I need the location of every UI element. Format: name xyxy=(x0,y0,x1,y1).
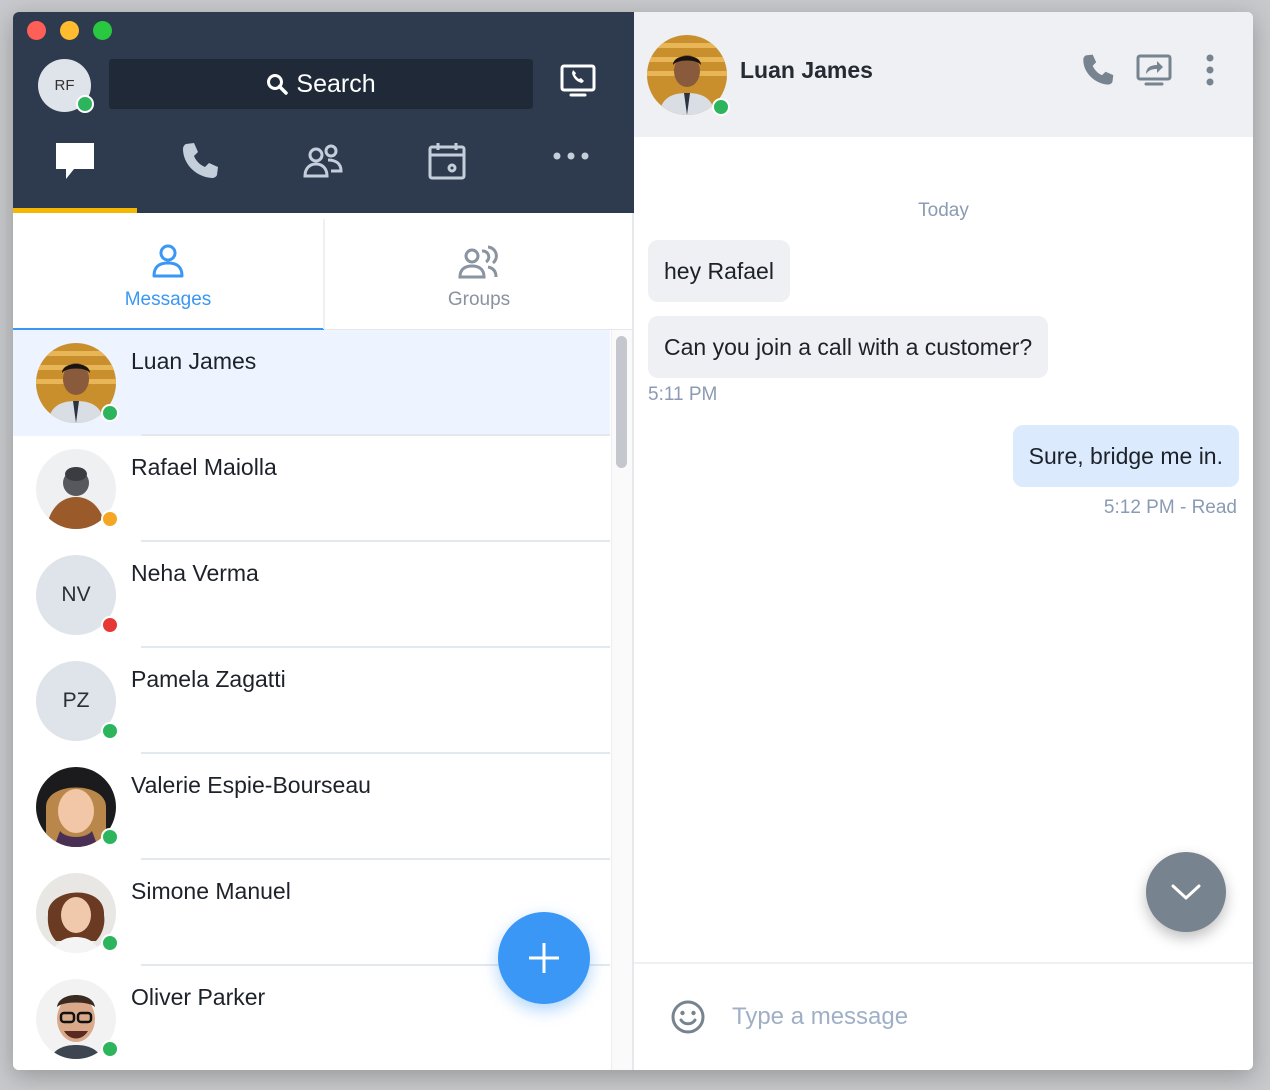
smiley-icon xyxy=(671,1000,705,1034)
screen-share-icon xyxy=(1136,54,1172,86)
more-horizontal-icon xyxy=(553,152,589,160)
presence-dot xyxy=(101,934,119,952)
presence-dot xyxy=(101,722,119,740)
app-window: RF Search Messages Groups Luan James Raf… xyxy=(13,12,1253,1070)
person-icon xyxy=(152,244,184,278)
avatar xyxy=(36,979,119,1059)
sub-tabs: Messages Groups xyxy=(13,213,634,332)
contact-item[interactable]: NV Neha Verma xyxy=(13,542,610,648)
my-avatar[interactable]: RF xyxy=(38,59,94,113)
phone-icon xyxy=(1083,54,1114,85)
new-message-button[interactable] xyxy=(498,912,590,1004)
calendar-icon xyxy=(428,143,466,180)
more-options-button[interactable] xyxy=(1190,50,1230,90)
contact-name: Valerie Espie-Bourseau xyxy=(131,772,371,798)
contact-name: Neha Verma xyxy=(131,560,259,586)
subtab-groups-label: Groups xyxy=(447,289,511,310)
message-composer xyxy=(634,962,1253,1070)
screen-share-button[interactable] xyxy=(560,64,596,98)
avatar: PZ xyxy=(36,661,119,741)
my-presence-dot xyxy=(76,95,94,113)
presence-dot xyxy=(101,828,119,846)
call-button[interactable] xyxy=(1077,50,1117,90)
message-input[interactable] xyxy=(732,994,1222,1040)
chat-pane: Luan James Today hey Rafael Can you join… xyxy=(634,12,1253,1070)
tab-more[interactable] xyxy=(509,132,633,213)
presence-dot xyxy=(101,1040,119,1058)
chevron-down-icon xyxy=(1171,884,1201,900)
phone-icon xyxy=(183,143,218,178)
top-bar: RF Search xyxy=(13,12,634,213)
chat-contact-name: Luan James xyxy=(740,57,873,83)
contact-name: Rafael Maiolla xyxy=(131,454,277,480)
window-minimize-button[interactable] xyxy=(60,21,79,40)
avatar xyxy=(36,449,119,529)
chat-presence-dot xyxy=(712,98,730,116)
left-pane: RF Search Messages Groups Luan James Raf… xyxy=(13,12,634,1070)
search-bar[interactable]: Search xyxy=(109,59,533,109)
presence-dot xyxy=(101,510,119,528)
tab-calls[interactable] xyxy=(137,132,261,213)
nav-tabs xyxy=(13,132,634,213)
scrollbar-thumb[interactable] xyxy=(616,336,627,468)
message-timestamp: 5:11 PM xyxy=(648,384,718,405)
tab-contacts[interactable] xyxy=(261,132,385,213)
search-icon xyxy=(267,74,289,95)
presence-dot xyxy=(101,616,119,634)
presence-dot xyxy=(101,404,119,422)
my-avatar-initials: RF xyxy=(54,77,75,94)
screen-phone-icon xyxy=(560,64,596,97)
avatar xyxy=(36,873,119,953)
contact-list-scrollbar[interactable] xyxy=(611,330,632,1070)
contacts-icon xyxy=(303,144,343,178)
tab-messages[interactable] xyxy=(13,132,137,213)
contact-item[interactable]: PZ Pamela Zagatti xyxy=(13,648,610,754)
chat-avatar[interactable] xyxy=(647,35,730,116)
emoji-button[interactable] xyxy=(670,999,706,1035)
message-timestamp-read: 5:12 PM - Read xyxy=(1103,497,1237,518)
avatar xyxy=(36,767,119,847)
message-bubble-incoming[interactable]: hey Rafael xyxy=(648,240,790,302)
contact-item[interactable]: Valerie Espie-Bourseau xyxy=(13,754,610,860)
share-screen-button[interactable] xyxy=(1134,50,1174,90)
scroll-to-bottom-button[interactable] xyxy=(1146,852,1226,932)
subtab-groups[interactable]: Groups xyxy=(324,213,634,330)
chat-bubble-icon xyxy=(56,143,94,179)
tab-calendar[interactable] xyxy=(385,132,509,213)
avatar: NV xyxy=(36,555,119,635)
contact-name: Pamela Zagatti xyxy=(131,666,286,692)
contact-item[interactable]: Luan James xyxy=(13,330,610,436)
contact-name: Luan James xyxy=(131,348,257,374)
plus-icon xyxy=(529,943,559,973)
subtab-messages-label: Messages xyxy=(124,289,212,310)
message-bubble-incoming[interactable]: Can you join a call with a customer? xyxy=(648,316,1049,378)
more-vertical-icon xyxy=(1206,54,1214,86)
message-bubble-outgoing[interactable]: Sure, bridge me in. xyxy=(1012,425,1239,487)
group-icon xyxy=(458,245,498,279)
window-close-button[interactable] xyxy=(27,21,46,40)
contact-name: Oliver Parker xyxy=(131,984,266,1010)
search-label: Search xyxy=(296,69,376,98)
day-separator: Today xyxy=(918,200,969,221)
subtab-messages[interactable]: Messages xyxy=(13,213,324,332)
contact-name: Simone Manuel xyxy=(131,878,291,904)
window-zoom-button[interactable] xyxy=(93,21,112,40)
chat-header: Luan James xyxy=(634,12,1253,137)
contact-item[interactable]: Rafael Maiolla xyxy=(13,436,610,542)
avatar xyxy=(36,343,119,423)
